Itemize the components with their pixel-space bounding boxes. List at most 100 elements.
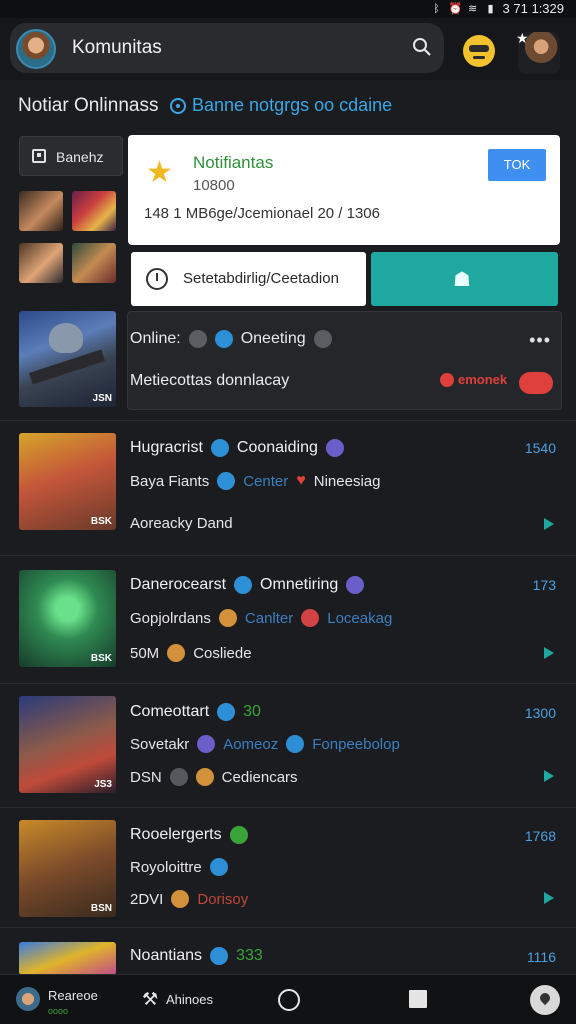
link-icon — [209, 858, 228, 876]
bookmark-icon — [32, 149, 46, 163]
section-title: Notiar Onlinnass — [18, 95, 159, 116]
item-footer: 2DVI — [130, 890, 164, 908]
notification-button[interactable]: TOK — [488, 149, 546, 181]
nav-profile-sub: oooo — [48, 1006, 69, 1016]
play-icon[interactable] — [544, 892, 554, 904]
profile-button[interactable]: ★ — [516, 30, 560, 74]
wifi-icon: ≋ — [467, 2, 478, 15]
list-item[interactable]: BSK Hugracrist Coonaiding Baya Fiants Ce… — [0, 420, 576, 555]
info-icon — [170, 97, 186, 114]
more-icon[interactable]: ••• — [529, 330, 551, 351]
thumbnail-3[interactable] — [19, 243, 63, 283]
notification-card[interactable]: ★ Notifiantas 10800 148 1 MB6ge/Jcemiona… — [128, 135, 560, 245]
verified-icon — [214, 330, 233, 348]
item-title: Hugracrist — [130, 439, 203, 456]
secondary-action-button[interactable]: ☗ — [371, 252, 558, 306]
search-bar[interactable]: Komunitas — [10, 23, 444, 73]
item-artwork — [19, 942, 116, 974]
item-extra: Fonpeebolop — [312, 735, 400, 753]
section-link-label: Banne notgrgs oo cdaine — [192, 95, 393, 115]
tag-icon — [325, 439, 344, 457]
feature-artwork[interactable]: JSN — [19, 311, 116, 407]
location-icon[interactable] — [530, 985, 560, 1015]
recent-apps-icon[interactable] — [409, 990, 427, 1008]
status-time: 3 71 1:329 — [502, 1, 564, 16]
play-icon[interactable] — [544, 647, 554, 659]
notification-count: 10800 — [193, 177, 235, 194]
item-title: Rooelergerts — [130, 826, 222, 843]
pencil-icon — [195, 768, 214, 786]
item-badge: BSK — [90, 653, 112, 664]
list-item[interactable]: Noantians 333 1116 — [0, 927, 576, 974]
sidebar-button[interactable]: Banehz — [19, 136, 123, 176]
tag-icon — [346, 576, 365, 594]
item-meta-row: Sovetakr Aomeoz Fonpeebolop — [130, 735, 400, 753]
hammer-icon[interactable]: ⚒ — [142, 989, 158, 1010]
nav-tools-label[interactable]: Ahinoes — [166, 992, 213, 1007]
red-toggle-icon[interactable] — [519, 372, 553, 394]
art-badge: JSN — [92, 393, 112, 404]
online-tag: Oneeting — [240, 330, 306, 347]
avatar[interactable] — [16, 29, 56, 69]
avatar[interactable] — [16, 987, 40, 1011]
lock-icon — [171, 890, 190, 908]
item-number: 1300 — [524, 705, 556, 721]
center-icon — [217, 472, 236, 490]
item-badge: BSK — [90, 516, 112, 527]
item-footer-row: DSN Cediencars — [130, 768, 298, 786]
primary-action-label: Setetabdirlig/Ceetadion — [183, 270, 339, 287]
section-link[interactable]: Banne notgrgs oo cdaine — [170, 95, 392, 116]
search-icon[interactable] — [412, 37, 432, 57]
list-item[interactable]: JS3 Comeottart 30 Sovetakr Aomeoz Fonpee… — [0, 683, 576, 807]
notification-title: Notifiantas — [193, 153, 274, 172]
list-item[interactable]: BSN Rooelergerts Royoloittre 2DVI Doriso… — [0, 807, 576, 927]
sidebar-button-label: Banehz — [56, 149, 104, 165]
item-number: 1540 — [524, 440, 556, 456]
lock-icon — [167, 644, 186, 662]
online-badge: emonek — [440, 372, 507, 387]
verified-icon — [234, 576, 253, 594]
app-title: Komunitas — [72, 37, 162, 58]
signal-icon: ▮ — [487, 2, 494, 15]
pen-icon — [286, 735, 305, 753]
thumbnail-2[interactable] — [72, 191, 116, 231]
item-extra: Loceakag — [327, 609, 393, 627]
heart-icon: ♥ — [296, 472, 306, 489]
item-subtitle: Sovetakr — [130, 735, 190, 753]
home-button-icon[interactable] — [278, 989, 300, 1011]
tag-icon — [197, 735, 216, 753]
item-title-row: Noantians 333 — [130, 947, 263, 965]
item-status: Aomeoz — [223, 735, 279, 753]
list-item[interactable]: BSK Danerocearst Omnetiring Gopjolrdans … — [0, 555, 576, 683]
item-number: 173 — [532, 577, 556, 593]
item-subtitle: Royoloittre — [130, 858, 202, 876]
primary-action-button[interactable]: Setetabdirlig/Ceetadion — [131, 252, 366, 306]
item-subtitle: Baya Fiants — [130, 472, 210, 490]
online-panel[interactable]: Online: Oneeting ••• Metiecottas donnlac… — [127, 311, 562, 410]
thumbnail-4[interactable] — [72, 243, 116, 283]
item-title: Danerocearst — [130, 576, 227, 593]
star-icon: ★ — [146, 156, 173, 189]
item-artwork: BSK — [19, 570, 116, 667]
emoji-icon[interactable] — [463, 35, 495, 67]
verified-icon — [210, 947, 229, 965]
item-artwork: JS3 — [19, 696, 116, 793]
notification-body: 148 1 MB6ge/Jcemionael 20 / 1306 — [144, 205, 380, 222]
play-icon[interactable] — [544, 770, 554, 782]
nav-profile-label[interactable]: Reareoe — [48, 988, 98, 1003]
item-title-row: Rooelergerts — [130, 826, 248, 844]
item-title-row: Comeottart 30 — [130, 703, 261, 721]
item-footer-row: 2DVI Dorisoy — [130, 890, 248, 908]
play-icon[interactable] — [544, 518, 554, 530]
online-badge-label: emonek — [458, 372, 508, 387]
verified-icon — [217, 703, 236, 721]
clock-icon — [146, 268, 168, 290]
bottom-navigation: Reareoe oooo ⚒ Ahinoes — [0, 974, 576, 1024]
status-bar: ᛒ ⏰ ≋ ▮ 3 71 1:329 — [0, 0, 576, 18]
item-meta-row: Royoloittre — [130, 858, 228, 876]
verified-icon — [210, 439, 229, 457]
item-footer-extra: Dorisoy — [197, 890, 249, 908]
top-app-bar: Komunitas ★ — [0, 18, 576, 80]
bluetooth-icon: ᛒ — [433, 2, 440, 15]
thumbnail-1[interactable] — [19, 191, 63, 231]
